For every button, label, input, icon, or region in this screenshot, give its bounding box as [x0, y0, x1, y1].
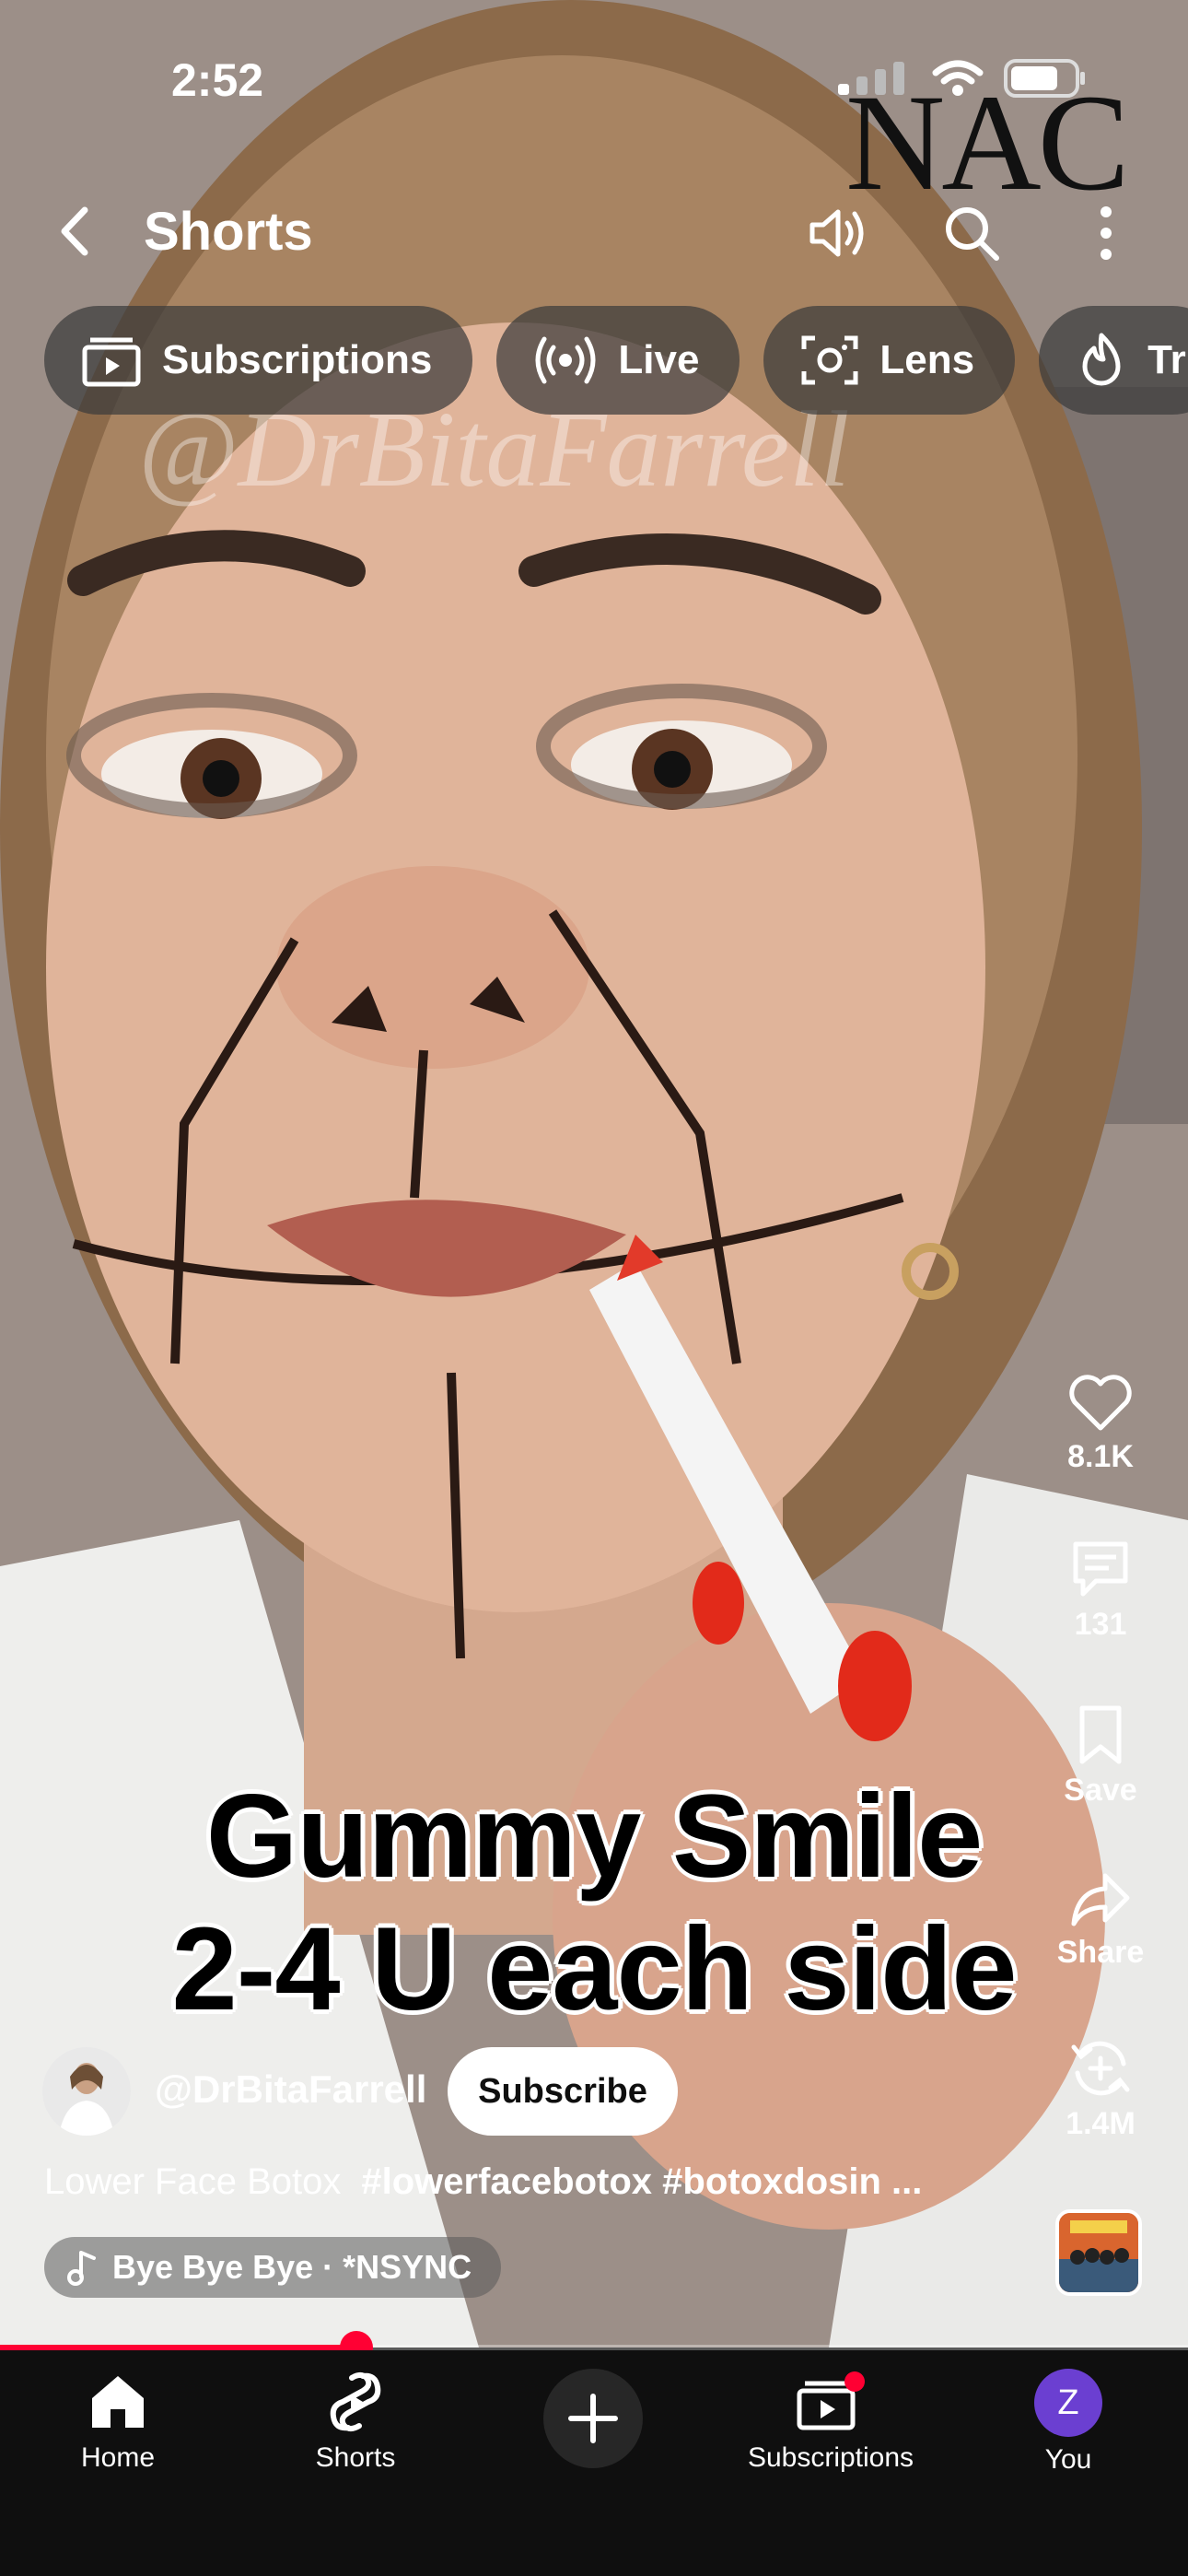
video-description[interactable]: Lower Face Botox #lowerfacebotox #botoxdo… [44, 2161, 922, 2203]
heart-icon [1069, 1375, 1132, 1431]
shorts-icon [330, 2372, 381, 2431]
volume-icon[interactable] [807, 201, 871, 265]
bottom-navigation: Home Shorts Subscriptions Z You [0, 2350, 1188, 2576]
video-caption-line-2: 2-4 U each side [171, 1903, 1018, 2035]
comments-button[interactable]: 131 [1050, 1537, 1151, 1643]
live-icon [535, 336, 596, 384]
back-arrow-icon[interactable] [44, 199, 109, 263]
chip-label: Subscriptions [162, 337, 433, 382]
trending-icon [1082, 333, 1121, 386]
home-icon [92, 2376, 144, 2428]
chip-live[interactable]: Live [496, 306, 740, 415]
chip-label: Live [618, 337, 700, 382]
channel-handle[interactable]: @DrBitaFarrell [155, 2067, 426, 2112]
channel-avatar-image [42, 2047, 131, 2136]
bookmark-icon [1079, 1705, 1122, 1764]
search-icon[interactable] [939, 201, 1004, 265]
description-text: Lower Face Botox [44, 2161, 342, 2202]
music-label: Bye Bye Bye · *NSYNC [112, 2248, 472, 2286]
chip-subscriptions[interactable]: Subscriptions [44, 306, 473, 415]
nav-home[interactable]: Home [17, 2369, 219, 2474]
lens-icon [801, 335, 858, 385]
plus-icon [568, 2394, 618, 2443]
music-chip[interactable]: Bye Bye Bye · *NSYNC [44, 2237, 502, 2298]
chip-lens[interactable]: Lens [763, 306, 1016, 415]
page-title: Shorts [144, 202, 313, 262]
comment-count: 131 [1074, 1607, 1127, 1642]
subscriptions-icon [797, 2371, 865, 2430]
video-caption-line-1: Gummy Smile [205, 1771, 984, 1903]
remix-count: 1.4M [1066, 2106, 1136, 2141]
album-art[interactable] [1055, 2209, 1142, 2296]
comment-icon [1073, 1541, 1128, 1597]
chip-label: Tr [1147, 337, 1186, 382]
nav-subscriptions[interactable]: Subscriptions [729, 2369, 932, 2474]
subscribe-button[interactable]: Subscribe [448, 2047, 678, 2136]
filter-chips: Subscriptions Live Lens Tr [44, 306, 1188, 415]
save-label: Save [1064, 1773, 1137, 1808]
create-button[interactable] [543, 2369, 643, 2468]
like-button[interactable]: 8.1K [1050, 1373, 1151, 1475]
share-button[interactable]: Share [1050, 1870, 1151, 1971]
nav-home-label: Home [80, 2442, 156, 2473]
description-hashtags[interactable]: #lowerfacebotox #botoxdosin ... [361, 2161, 922, 2202]
share-icon [1071, 1873, 1130, 1926]
chip-trending[interactable]: Tr [1039, 306, 1188, 415]
nav-shorts-label: Shorts [315, 2442, 396, 2473]
save-button[interactable]: Save [1050, 1703, 1151, 1809]
like-count: 8.1K [1067, 1439, 1134, 1474]
user-avatar: Z [1034, 2369, 1102, 2437]
nav-you-label: You [1044, 2444, 1092, 2475]
nav-you[interactable]: Z You [967, 2369, 1170, 2476]
status-time: 2:52 [171, 54, 264, 106]
top-bar: Shorts [0, 184, 1188, 276]
nav-subscriptions-label: Subscriptions [747, 2442, 914, 2473]
shorts-screen: 2:52 NAC @DrBitaFarrell Shorts Subscript… [0, 0, 1188, 2576]
album-art-image [1059, 2213, 1138, 2292]
share-label: Share [1056, 1935, 1145, 1970]
notification-dot [844, 2371, 865, 2392]
chip-label: Lens [879, 337, 975, 382]
remix-icon [1071, 2041, 1130, 2096]
nav-shorts[interactable]: Shorts [254, 2369, 457, 2474]
remix-button[interactable]: 1.4M [1050, 2036, 1151, 2142]
subscriptions-icon [82, 337, 141, 387]
more-vert-icon[interactable] [1074, 201, 1138, 265]
music-note-icon [67, 2251, 96, 2286]
channel-avatar[interactable] [42, 2047, 131, 2136]
